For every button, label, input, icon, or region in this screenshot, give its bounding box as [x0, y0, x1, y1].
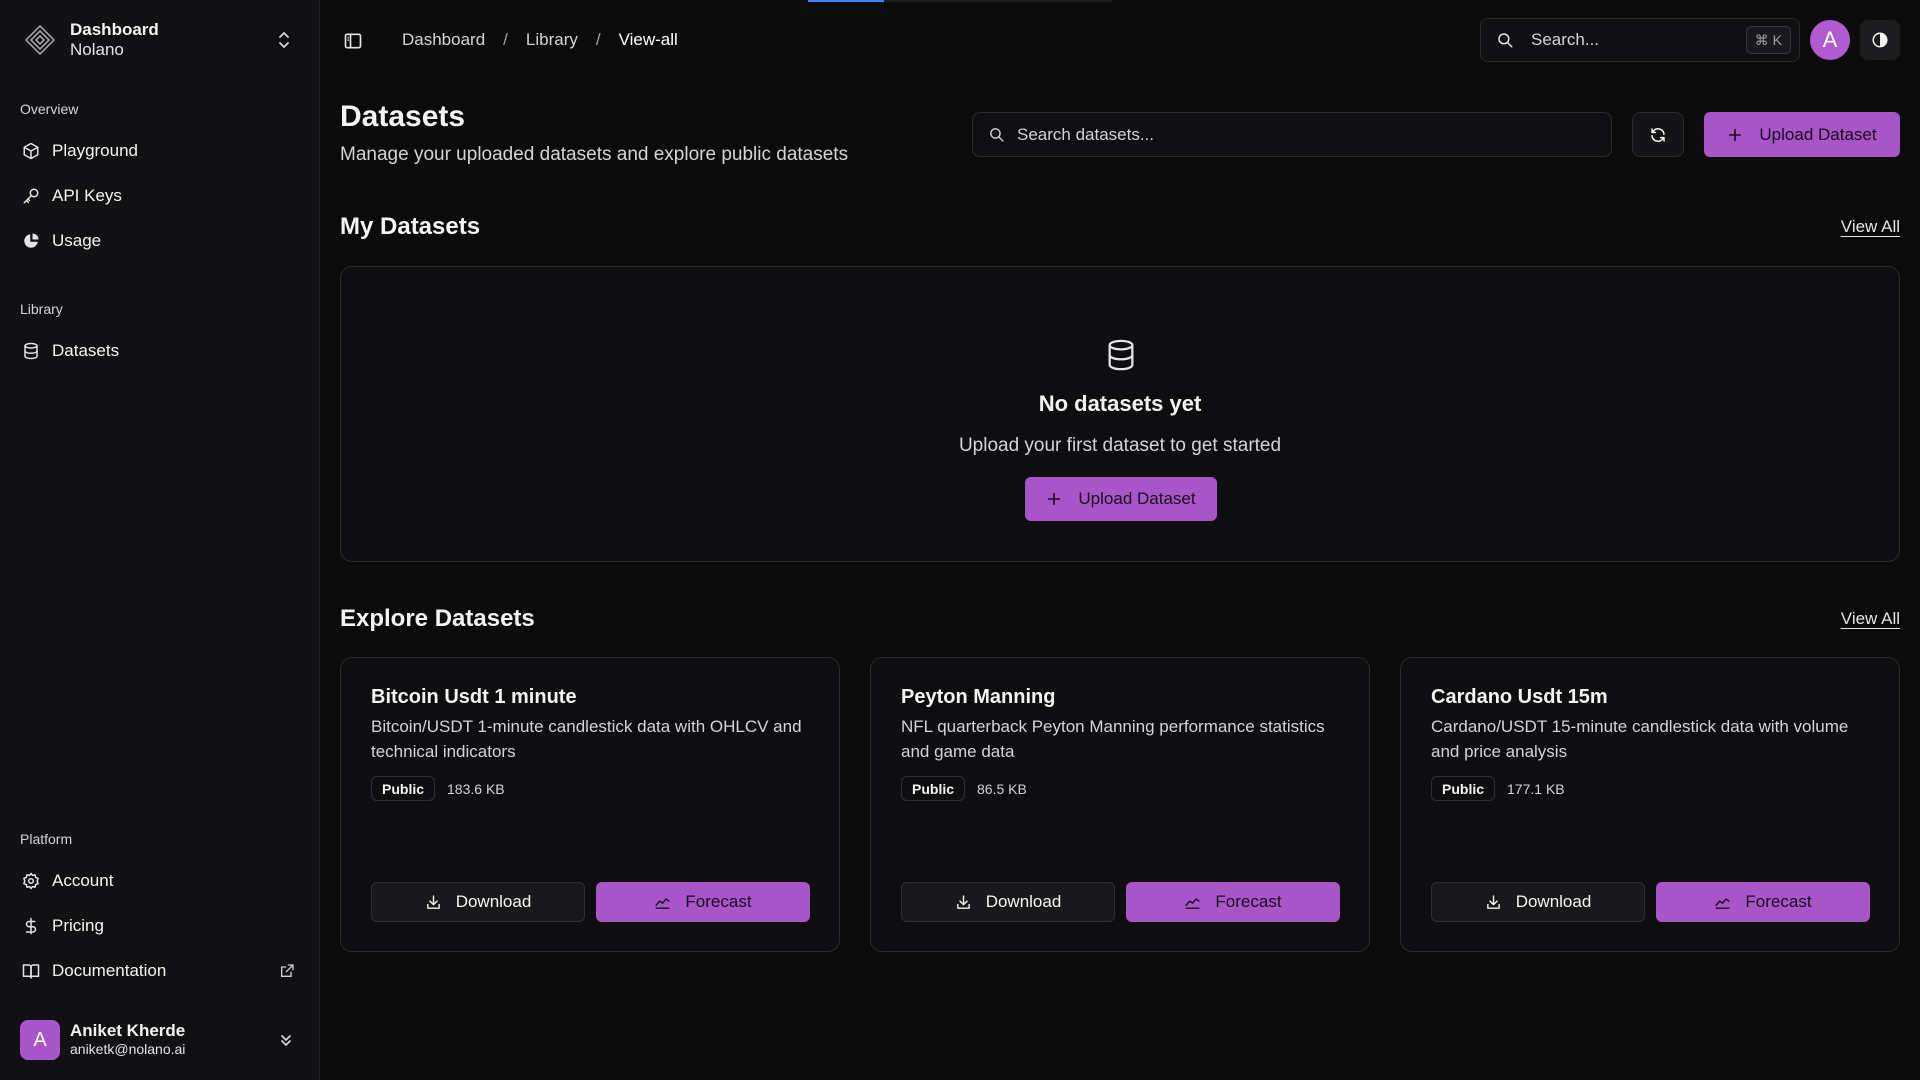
book-open-icon [20, 960, 42, 982]
explore-datasets-grid: Bitcoin Usdt 1 minute Bitcoin/USDT 1-min… [340, 657, 1900, 952]
database-icon [20, 340, 42, 362]
forecast-label: Forecast [685, 892, 752, 911]
team-org: Nolano [70, 40, 124, 59]
download-button[interactable]: Download [901, 882, 1115, 922]
cube-icon [20, 140, 42, 162]
explore-datasets-title: Explore Datasets [340, 605, 535, 632]
forecast-button[interactable]: Forecast [596, 882, 810, 922]
page-title: Datasets [340, 100, 466, 133]
user-menu[interactable]: A Aniket Kherde aniketk@nolano.ai [20, 1018, 300, 1062]
chevron-up-down-icon[interactable] [278, 1030, 294, 1050]
empty-state-subtitle: Upload your first dataset to get started [958, 435, 1282, 456]
user-name: Aniket Kherde [70, 1021, 186, 1040]
download-icon [955, 894, 972, 911]
download-icon [425, 894, 442, 911]
visibility-badge: Public [1431, 776, 1496, 801]
dollar-icon [20, 915, 42, 937]
forecast-button[interactable]: Forecast [1656, 882, 1870, 922]
dataset-card-title: Peyton Manning [901, 686, 1056, 708]
forecast-button[interactable]: Forecast [1126, 882, 1340, 922]
area-chart-icon [1184, 894, 1201, 911]
user-avatar: A [20, 1020, 60, 1060]
refresh-button[interactable] [1632, 112, 1684, 157]
area-chart-icon [654, 894, 671, 911]
plus-icon [1727, 127, 1743, 143]
empty-state-title: No datasets yet [1038, 391, 1202, 416]
nolano-logo-icon [20, 20, 60, 60]
group-label-overview: Overview [20, 101, 79, 117]
main-content: Datasets Manage your uploaded datasets a… [340, 0, 1900, 1080]
my-datasets-title: My Datasets [340, 213, 481, 240]
visibility-badge: Public [371, 776, 436, 801]
dataset-card[interactable]: Peyton Manning NFL quarterback Peyton Ma… [870, 657, 1370, 952]
sidebar-item-usage[interactable]: Usage [12, 221, 308, 261]
sidebar-item-pricing[interactable]: Pricing [12, 906, 308, 946]
external-link-icon [276, 960, 298, 982]
dataset-size: 86.5 KB [977, 780, 1027, 797]
team-switcher[interactable]: Dashboard Nolano [20, 18, 300, 62]
sidebar-item-label: Pricing [52, 916, 104, 935]
download-icon [1485, 894, 1502, 911]
dataset-size: 177.1 KB [1507, 780, 1565, 797]
upload-dataset-label: Upload Dataset [1078, 489, 1196, 508]
group-label-platform: Platform [20, 831, 73, 847]
dataset-search [972, 112, 1612, 157]
group-label-library: Library [20, 301, 63, 317]
download-label: Download [985, 892, 1062, 911]
gear-icon [20, 870, 42, 892]
sidebar-item-documentation[interactable]: Documentation [12, 951, 308, 991]
database-icon [1103, 337, 1139, 373]
forecast-label: Forecast [1745, 892, 1812, 911]
empty-state-upload-button[interactable]: Upload Dataset [1025, 477, 1217, 521]
dataset-card-description: Bitcoin/USDT 1-minute candlestick data w… [371, 717, 802, 761]
sidebar-item-label: Playground [52, 141, 139, 160]
sidebar-item-account[interactable]: Account [12, 861, 308, 901]
team-name: Dashboard [70, 20, 159, 39]
dataset-size: 183.6 KB [447, 780, 505, 797]
plus-icon [1046, 491, 1062, 507]
explore-datasets-view-all-link[interactable]: View All [1841, 609, 1900, 629]
user-email: aniketk@nolano.ai [70, 1041, 186, 1057]
dataset-card-title: Cardano Usdt 15m [1431, 686, 1608, 708]
pie-chart-icon [20, 230, 42, 252]
sidebar-item-playground[interactable]: Playground [12, 131, 308, 171]
sidebar-item-label: Account [52, 871, 114, 890]
sidebar-item-label: Documentation [52, 961, 167, 980]
dataset-search-input[interactable] [1017, 124, 1597, 145]
dataset-card-title: Bitcoin Usdt 1 minute [371, 686, 577, 708]
refresh-icon [1649, 126, 1667, 144]
download-button[interactable]: Download [1431, 882, 1645, 922]
chevron-up-down-icon[interactable] [276, 30, 292, 50]
key-icon [20, 185, 42, 207]
download-button[interactable]: Download [371, 882, 585, 922]
my-datasets-view-all-link[interactable]: View All [1841, 217, 1900, 237]
area-chart-icon [1714, 894, 1731, 911]
download-label: Download [455, 892, 532, 911]
dataset-card-description: Cardano/USDT 15-minute candlestick data … [1431, 717, 1849, 761]
sidebar: Dashboard Nolano Overview Playground API… [0, 0, 320, 1080]
dataset-card[interactable]: Cardano Usdt 15m Cardano/USDT 15-minute … [1400, 657, 1900, 952]
sidebar-item-label: Usage [52, 231, 102, 250]
forecast-label: Forecast [1215, 892, 1282, 911]
my-datasets-empty-state: No datasets yet Upload your first datase… [340, 266, 1900, 562]
sidebar-item-label: API Keys [52, 186, 122, 205]
sidebar-item-datasets[interactable]: Datasets [12, 331, 308, 371]
upload-dataset-button[interactable]: Upload Dataset [1704, 112, 1900, 157]
search-icon [987, 126, 1005, 144]
download-label: Download [1515, 892, 1592, 911]
sidebar-item-api-keys[interactable]: API Keys [12, 176, 308, 216]
visibility-badge: Public [901, 776, 966, 801]
upload-dataset-label: Upload Dataset [1759, 124, 1877, 144]
dataset-card[interactable]: Bitcoin Usdt 1 minute Bitcoin/USDT 1-min… [340, 657, 840, 952]
sidebar-item-label: Datasets [52, 341, 120, 360]
dataset-card-description: NFL quarterback Peyton Manning performan… [901, 717, 1325, 761]
page-subtitle: Manage your uploaded datasets and explor… [340, 144, 849, 165]
